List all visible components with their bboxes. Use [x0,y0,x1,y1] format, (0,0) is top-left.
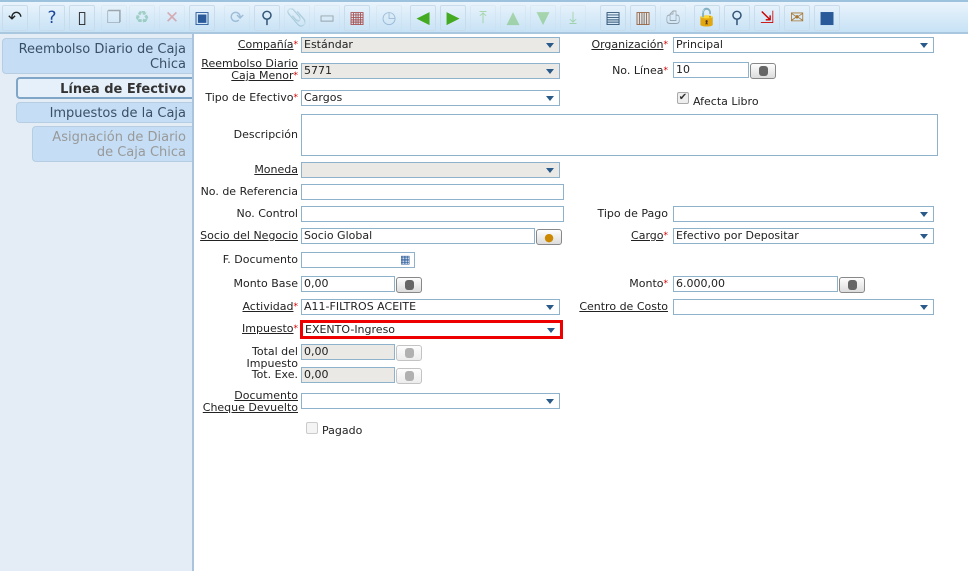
undo-icon[interactable]: ↶ [2,5,28,31]
tipo-efectivo-select[interactable]: Cargos [301,90,560,106]
no-linea-calculator-button[interactable] [750,63,776,79]
no-referencia-label: No. de Referencia [200,185,298,198]
descripcion-textarea[interactable] [301,114,938,156]
previous-record-icon[interactable]: ◀ [410,5,436,31]
calendar-icon[interactable]: ▦ [400,253,410,266]
report-icon[interactable]: ▤ [600,5,626,31]
down-icon[interactable]: ▼ [530,5,556,31]
calculator-icon [847,280,857,290]
afecta-libro-label: Afecta Libro [693,95,759,108]
doc-cheque-select[interactable] [301,393,560,409]
total-impuesto-input: 0,00 [301,344,395,360]
doc-cheque-label: Documento Cheque Devuelto [202,389,298,414]
socio-input[interactable]: Socio Global [301,228,535,244]
centro-costo-select[interactable] [673,299,934,315]
calculator-icon [404,371,414,381]
tot-exe-input: 0,00 [301,367,395,383]
tab-asignacion-diario[interactable]: Asignación de Diario de Caja Chica [32,126,192,162]
actividad-select[interactable]: A11-FILTROS ACEITE [301,299,560,315]
compania-select[interactable]: Estándar [301,37,560,53]
new-record-icon[interactable]: ▯ [69,5,95,31]
socio-label: Socio del Negocio [200,229,298,242]
total-impuesto-calculator-button[interactable] [396,345,422,361]
monto-base-calculator-button[interactable] [396,277,422,293]
socio-search-button[interactable]: ● [536,229,562,245]
cargo-label: Cargo* [631,229,668,242]
person-icon: ● [544,230,554,244]
attachment-icon[interactable]: 📎 [284,5,310,31]
tot-exe-calculator-button[interactable] [396,368,422,384]
calculator-icon [758,66,768,76]
calculator-icon [404,348,414,358]
save-icon[interactable]: ▣ [189,5,215,31]
afecta-libro-checkbox[interactable]: ✔ [677,92,689,104]
next-record-icon[interactable]: ▶ [440,5,466,31]
chat-icon[interactable]: ▭ [314,5,340,31]
f-documento-label: F. Documento [222,253,298,266]
monto-label: Monto* [629,277,668,290]
no-linea-label: No. Línea* [612,64,668,77]
moneda-select[interactable] [301,162,560,178]
no-referencia-input[interactable] [301,184,564,200]
no-linea-input[interactable]: 10 [673,62,749,78]
monto-base-input[interactable]: 0,00 [301,276,395,292]
lock-icon[interactable]: 🔓 [694,5,720,31]
end-icon[interactable]: ■ [814,5,840,31]
tab-impuestos-caja[interactable]: Impuestos de la Caja [16,102,192,123]
toolbar: ↶ ? ▯ ❐ ♻ ✕ ▣ ⟳ ⚲ 📎 ▭ ▦ ◷ ◀ ▶ ⤒ ▲ ▼ ⤓ ▤ … [0,0,968,34]
search-icon[interactable]: ⚲ [254,5,280,31]
cargo-select[interactable]: Efectivo por Depositar [673,228,934,244]
total-impuesto-label: Total del Impuesto [246,345,298,370]
no-control-input[interactable] [301,206,564,222]
impuesto-label: Impuesto* [242,322,298,335]
last-record-icon[interactable]: ⤓ [560,5,586,31]
tipo-pago-label: Tipo de Pago [597,207,669,220]
copy-icon[interactable]: ❐ [101,5,127,31]
reembolso-select[interactable]: 5771 [301,63,560,79]
history-icon[interactable]: ◷ [376,5,402,31]
f-documento-input[interactable] [301,252,415,268]
moneda-label: Moneda [254,163,298,176]
print-icon[interactable]: ⎙ [660,5,686,31]
no-control-label: No. Control [236,207,298,220]
tab-panel: Reembolso Diario de Caja Chica Línea de … [0,34,194,571]
descripcion-label: Descripción [233,128,298,141]
refresh-icon[interactable]: ⟳ [224,5,250,31]
tab-reembolso-diario[interactable]: Reembolso Diario de Caja Chica [2,38,192,74]
pagado-label: Pagado [322,424,363,437]
monto-input[interactable]: 6.000,00 [673,276,838,292]
centro-costo-label: Centro de Costo [579,300,668,313]
monto-base-label: Monto Base [233,277,298,290]
archive-icon[interactable]: ▥ [630,5,656,31]
monto-calculator-button[interactable] [839,277,865,293]
impuesto-select[interactable]: EXENTO-Ingreso [300,320,563,339]
tipo-efectivo-label: Tipo de Efectivo* [205,91,298,104]
up-icon[interactable]: ▲ [500,5,526,31]
tipo-pago-select[interactable] [673,206,934,222]
zoom-across-icon[interactable]: ⚲ [724,5,750,31]
workflow-icon[interactable]: ⇲ [754,5,780,31]
help-icon[interactable]: ? [39,5,65,31]
calculator-icon [404,280,414,290]
grid-toggle-icon[interactable]: ▦ [344,5,370,31]
tab-linea-de-efectivo[interactable]: Línea de Efectivo [16,77,192,99]
organizacion-label: Organización* [591,38,668,51]
organizacion-select[interactable]: Principal [673,37,934,53]
reembolso-label: Reembolso Diario Caja Menor* [201,57,298,82]
pagado-checkbox[interactable] [306,422,318,434]
request-icon[interactable]: ✉ [784,5,810,31]
tot-exe-label: Tot. Exe. [251,368,298,381]
compania-label: Compañía* [237,38,298,51]
first-record-icon[interactable]: ⤒ [470,5,496,31]
actividad-label: Actividad* [242,300,298,313]
delete-icon[interactable]: ♻ [129,5,155,31]
cancel-icon[interactable]: ✕ [159,5,185,31]
